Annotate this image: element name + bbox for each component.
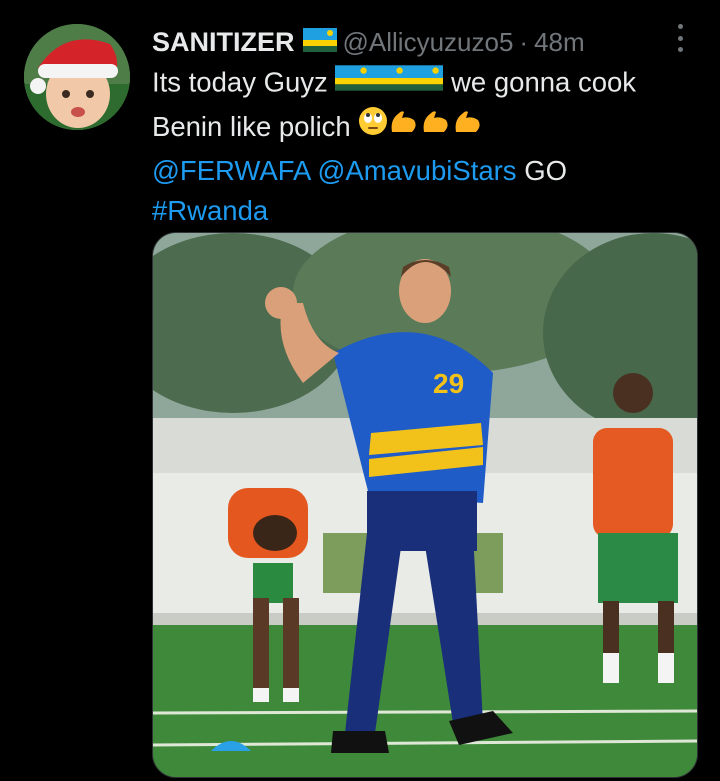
more-options-icon[interactable]	[670, 24, 690, 52]
flexed-biceps-emoji-icon	[388, 106, 420, 147]
rolling-eyes-emoji-icon	[358, 106, 388, 147]
separator-dot: ·	[519, 26, 529, 57]
tweet-card[interactable]: SANITIZER @Allicyuzuzo5 · 48m Its today …	[0, 0, 720, 781]
tweet-photo[interactable]: 29	[152, 232, 698, 778]
rwanda-flag-emoji-icon	[407, 62, 444, 102]
tweet-line-1: Its today Guyz we gonna cook	[152, 62, 712, 106]
author-handle[interactable]: @Allicyuzuzo5	[343, 27, 514, 58]
avatar[interactable]	[24, 24, 130, 130]
author-name[interactable]: SANITIZER	[152, 27, 295, 58]
tweet-line-4: #Rwanda	[152, 191, 712, 231]
tweet-text-part1: Its today Guyz	[152, 66, 328, 98]
tweet-text-go: GO	[524, 155, 567, 186]
hashtag-rwanda[interactable]: #Rwanda	[152, 195, 268, 226]
tweet-line-3: @FERWAFA @AmavubiStars GO	[152, 151, 712, 191]
flexed-biceps-emoji-icon	[420, 106, 452, 147]
tweet-text-part2: we gonna cook	[451, 66, 637, 98]
tweet-line-2: Benin like polich	[152, 106, 712, 151]
tweet-header: SANITIZER @Allicyuzuzo5 · 48m	[152, 24, 690, 60]
flexed-biceps-emoji-icon	[452, 106, 484, 147]
jersey-number: 29	[433, 368, 464, 399]
rwanda-flag-emoji-icon	[335, 62, 372, 102]
tweet-text-line2: Benin like polich	[152, 110, 351, 142]
timestamp[interactable]: 48m	[534, 27, 585, 58]
rwanda-flag-icon	[302, 27, 337, 57]
mention-ferwafa[interactable]: @FERWAFA	[152, 155, 310, 186]
avatar-image	[24, 24, 130, 130]
mention-amavubistars[interactable]: @AmavubiStars	[317, 155, 516, 186]
rwanda-flag-emoji-icon	[371, 62, 408, 102]
photo-football-training: 29	[153, 233, 697, 777]
tweet-text: Its today Guyz we gonna cook Benin like …	[152, 62, 712, 231]
